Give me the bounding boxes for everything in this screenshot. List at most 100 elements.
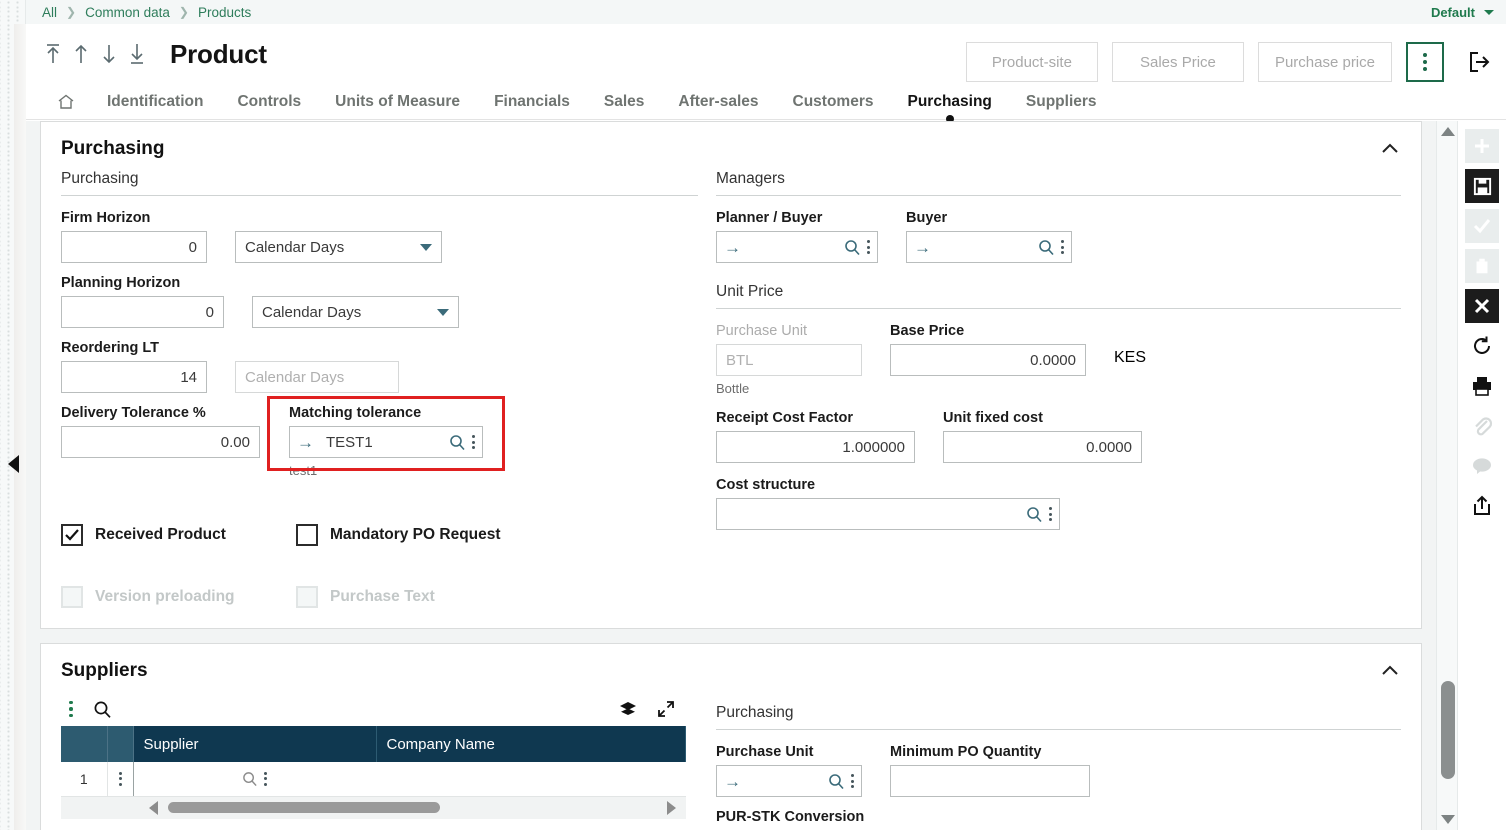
row-actions-cell[interactable] [107, 762, 134, 797]
grid-expand-icon[interactable] [656, 699, 676, 719]
delete-icon [1476, 258, 1488, 274]
search-icon[interactable] [828, 773, 845, 790]
planning-horizon-unit-select[interactable]: Calendar Days [252, 296, 459, 328]
table-row[interactable]: 1 [61, 762, 686, 797]
breadcrumb-item-all[interactable]: All [42, 5, 57, 20]
refresh-icon [1474, 336, 1490, 354]
firm-horizon-input[interactable]: 0 [61, 231, 207, 263]
collapse-suppliers-chevron-up-icon[interactable] [1379, 660, 1401, 682]
previous-record-icon[interactable] [70, 41, 92, 67]
product-site-button[interactable]: Product-site [965, 42, 1098, 82]
goto-arrow-icon[interactable]: → [724, 239, 741, 256]
suppliers-purchasing-group-title: Purchasing [716, 704, 1401, 730]
delivery-tolerance-label: Delivery Tolerance % [61, 405, 206, 421]
tab-customers[interactable]: Customers [776, 84, 891, 119]
refresh-button[interactable] [1465, 329, 1499, 363]
cell-actions-icon[interactable] [264, 771, 268, 786]
scroll-up-arrow-icon[interactable] [1441, 127, 1455, 136]
collapse-panel-arrow-icon[interactable] [8, 455, 19, 473]
vertical-scroll-thumb[interactable] [1441, 681, 1455, 779]
header-actions: Product-site Sales Price Purchase price [965, 42, 1496, 82]
firm-horizon-unit-select[interactable]: Calendar Days [235, 231, 442, 263]
add-button[interactable] [1465, 129, 1499, 163]
tab-sales[interactable]: Sales [587, 84, 662, 119]
matching-tolerance-actions-icon[interactable] [472, 435, 475, 449]
delete-button[interactable] [1465, 249, 1499, 283]
minimum-po-quantity-input[interactable] [890, 765, 1090, 797]
scroll-down-arrow-icon[interactable] [1441, 815, 1455, 824]
mandatory-po-request-checkbox[interactable] [296, 524, 318, 546]
horizontal-scroll-thumb[interactable] [168, 802, 440, 813]
purchase-text-label: Purchase Text [330, 588, 435, 605]
breadcrumb-item-products[interactable]: Products [198, 5, 251, 20]
chevron-down-icon [1484, 9, 1494, 15]
grid-layers-icon[interactable] [618, 699, 638, 719]
received-product-checkbox-row[interactable]: Received Product [61, 524, 296, 546]
last-record-icon[interactable] [126, 41, 148, 67]
main-vertical-scrollbar[interactable] [1436, 121, 1458, 830]
search-icon[interactable] [1038, 239, 1055, 256]
attachment-button[interactable] [1465, 409, 1499, 443]
scroll-right-arrow-icon[interactable] [667, 800, 676, 815]
sales-price-button[interactable]: Sales Price [1111, 42, 1244, 82]
tab-units-of-measure[interactable]: Units of Measure [318, 84, 477, 119]
tab-home[interactable] [42, 84, 90, 119]
column-header-supplier[interactable]: Supplier [133, 726, 377, 762]
default-view-selector[interactable]: Default [1431, 0, 1494, 24]
planner-buyer-lookup[interactable]: → [716, 231, 878, 263]
cost-structure-actions-icon[interactable] [1049, 507, 1052, 521]
cell-supplier[interactable] [133, 762, 376, 797]
buyer-lookup[interactable]: → [906, 231, 1072, 263]
first-record-icon[interactable] [42, 41, 64, 67]
comment-button[interactable] [1465, 449, 1499, 483]
save-button[interactable] [1465, 169, 1499, 203]
received-product-checkbox[interactable] [61, 524, 83, 546]
collapse-purchasing-chevron-up-icon[interactable] [1379, 138, 1401, 160]
breadcrumb-separator: ❯ [178, 5, 189, 19]
supplier-purchase-unit-lookup[interactable]: → [716, 765, 862, 797]
share-button[interactable] [1465, 489, 1499, 523]
search-icon[interactable] [449, 434, 466, 451]
grid-options-icon[interactable] [69, 700, 73, 718]
unit-fixed-cost-input[interactable]: 0.0000 [943, 431, 1142, 463]
search-icon[interactable] [1026, 506, 1043, 523]
column-header-company-name[interactable]: Company Name [376, 726, 686, 762]
tab-controls[interactable]: Controls [220, 84, 318, 119]
table-header-row: Supplier Company Name [61, 726, 686, 762]
tab-after-sales[interactable]: After-sales [661, 84, 775, 119]
planning-horizon-input[interactable]: 0 [61, 296, 224, 328]
matching-tolerance-lookup[interactable]: → TEST1 [289, 426, 483, 458]
goto-arrow-icon[interactable]: → [724, 773, 741, 790]
managers-group-title: Managers [716, 170, 1401, 196]
tab-suppliers[interactable]: Suppliers [1009, 84, 1114, 119]
supplier-purchase-unit-actions-icon[interactable] [851, 774, 854, 788]
breadcrumb-item-common-data[interactable]: Common data [85, 5, 170, 20]
validate-button[interactable] [1465, 209, 1499, 243]
search-icon[interactable] [844, 239, 861, 256]
more-actions-button[interactable] [1406, 42, 1444, 82]
reordering-lt-input[interactable]: 14 [61, 361, 207, 393]
logout-button[interactable] [1462, 45, 1496, 79]
receipt-cost-factor-input[interactable]: 1.000000 [716, 431, 915, 463]
goto-arrow-icon[interactable]: → [914, 239, 931, 256]
cell-company-name[interactable] [376, 762, 686, 797]
goto-arrow-icon[interactable]: → [297, 434, 314, 451]
planner-buyer-actions-icon[interactable] [867, 240, 870, 254]
purchase-price-button[interactable]: Purchase price [1257, 42, 1392, 82]
delivery-tolerance-input[interactable]: 0.00 [61, 426, 260, 458]
tab-financials[interactable]: Financials [477, 84, 587, 119]
next-record-icon[interactable] [98, 41, 120, 67]
mandatory-po-request-checkbox-row[interactable]: Mandatory PO Request [296, 524, 501, 546]
scroll-left-arrow-icon[interactable] [149, 800, 158, 815]
close-button[interactable] [1465, 289, 1499, 323]
grid-search-icon[interactable] [93, 700, 112, 719]
tab-identification[interactable]: Identification [90, 84, 220, 119]
base-price-input[interactable]: 0.0000 [890, 344, 1086, 376]
cell-search-icon[interactable] [242, 771, 258, 787]
cost-structure-lookup[interactable] [716, 498, 1060, 530]
print-button[interactable] [1465, 369, 1499, 403]
tab-purchasing[interactable]: Purchasing [890, 84, 1008, 123]
buyer-actions-icon[interactable] [1061, 240, 1064, 254]
suppliers-horizontal-scrollbar[interactable] [61, 796, 686, 819]
row-menu-icon[interactable] [108, 771, 133, 786]
